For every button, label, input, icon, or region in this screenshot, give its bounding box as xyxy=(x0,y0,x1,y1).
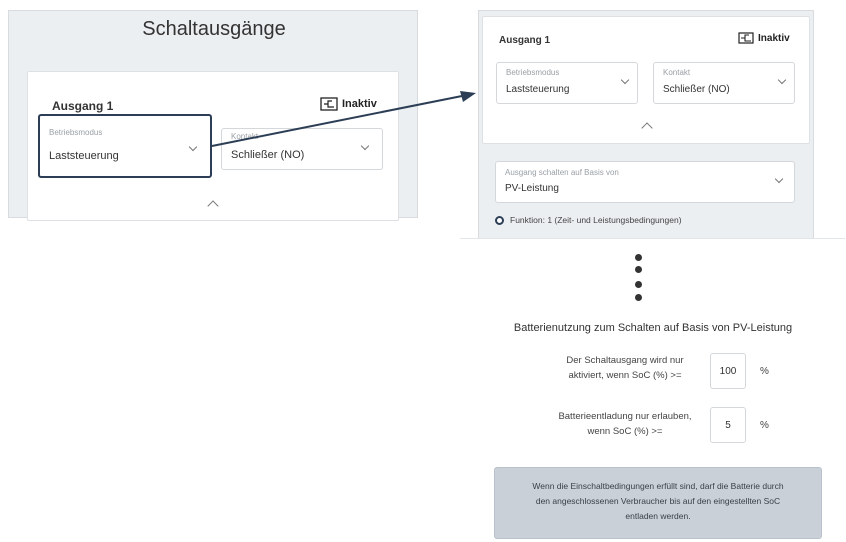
function-note: Funktion: 1 (Zeit- und Leistungsbedingun… xyxy=(495,215,682,225)
soc-discharge-unit: % xyxy=(760,420,769,431)
output-card: Ausgang 1 Inaktiv Betriebsmodus Laststeu… xyxy=(27,71,399,221)
basis-select-value: PV-Leistung xyxy=(505,183,559,194)
status-label: Inaktiv xyxy=(342,98,377,110)
mode-select-label: Betriebsmodus xyxy=(49,128,103,137)
soc-activate-input[interactable]: 100 xyxy=(710,353,746,389)
info-line-2: den angeschlossenen Verbraucher bis auf … xyxy=(535,496,781,506)
chevron-up-icon[interactable] xyxy=(207,200,219,212)
mode-select-value: Laststeuerung xyxy=(506,84,570,95)
contact-select-value: Schließer (NO) xyxy=(663,84,730,95)
battery-panel: Batterienutzung zum Schalten auf Basis v… xyxy=(460,238,845,542)
inaktiv-output-icon xyxy=(320,97,338,111)
vertical-dots-icon xyxy=(460,239,845,309)
contact-select-label: Kontakt xyxy=(231,132,259,141)
soc-discharge-label-line2: wenn SoC (%) >= xyxy=(587,426,663,437)
soc-activate-label-line1: Der Schaltausgang wird nur xyxy=(566,355,684,366)
card-title: Ausgang 1 xyxy=(52,99,114,113)
inaktiv-output-icon xyxy=(738,32,754,44)
left-panel: Schaltausgänge Ausgang 1 Inaktiv Betrieb… xyxy=(8,10,418,221)
chevron-up-icon[interactable] xyxy=(641,122,653,134)
info-line-1: Wenn die Einschaltbedingungen erfüllt si… xyxy=(532,481,784,491)
output-card: Ausgang 1 Inaktiv Betriebsmodus Laststeu… xyxy=(482,16,810,144)
function-note-text: Funktion: 1 (Zeit- und Leistungsbedingun… xyxy=(510,215,682,225)
mode-select-label: Betriebsmodus xyxy=(506,68,560,77)
info-line-3: entladen werden. xyxy=(625,511,691,521)
chevron-down-icon xyxy=(188,142,198,152)
soc-discharge-label: Batterieentladung nur erlauben, wenn SoC… xyxy=(545,409,705,439)
card-title: Ausgang 1 xyxy=(499,35,551,46)
chevron-down-icon xyxy=(620,75,630,85)
contact-select-value: Schließer (NO) xyxy=(231,149,305,161)
soc-discharge-input[interactable]: 5 xyxy=(710,407,746,443)
chevron-down-icon xyxy=(360,141,370,151)
radio-icon[interactable] xyxy=(495,215,504,225)
soc-activate-label: Der Schaltausgang wird nur aktiviert, we… xyxy=(550,353,700,383)
contact-select-label: Kontakt xyxy=(663,68,691,77)
info-box: Wenn die Einschaltbedingungen erfüllt si… xyxy=(494,467,822,539)
battery-section-title: Batterienutzung zum Schalten auf Basis v… xyxy=(513,322,793,334)
chevron-down-icon xyxy=(777,75,787,85)
basis-select-label: Ausgang schalten auf Basis von xyxy=(505,168,619,177)
right-panel: Ausgang 1 Inaktiv Betriebsmodus Laststeu… xyxy=(478,10,814,238)
soc-activate-label-line2: aktiviert, wenn SoC (%) >= xyxy=(568,370,682,381)
page-title: Schaltausgänge xyxy=(142,18,286,40)
status-toggle[interactable]: Inaktiv xyxy=(738,32,790,44)
contact-select[interactable]: Kontakt Schließer (NO) xyxy=(653,62,795,104)
mode-select[interactable]: Betriebsmodus Laststeuerung xyxy=(496,62,638,104)
basis-select[interactable]: Ausgang schalten auf Basis von PV-Leistu… xyxy=(495,161,795,203)
status-label: Inaktiv xyxy=(758,32,790,44)
soc-activate-unit: % xyxy=(760,366,769,377)
soc-discharge-label-line1: Batterieentladung nur erlauben, xyxy=(558,411,692,422)
contact-select[interactable]: Kontakt Schließer (NO) xyxy=(221,128,383,170)
mode-select[interactable]: Betriebsmodus Laststeuerung xyxy=(38,114,212,178)
chevron-down-icon xyxy=(774,174,784,184)
mode-select-value: Laststeuerung xyxy=(49,150,119,162)
status-toggle[interactable]: Inaktiv xyxy=(320,97,377,111)
